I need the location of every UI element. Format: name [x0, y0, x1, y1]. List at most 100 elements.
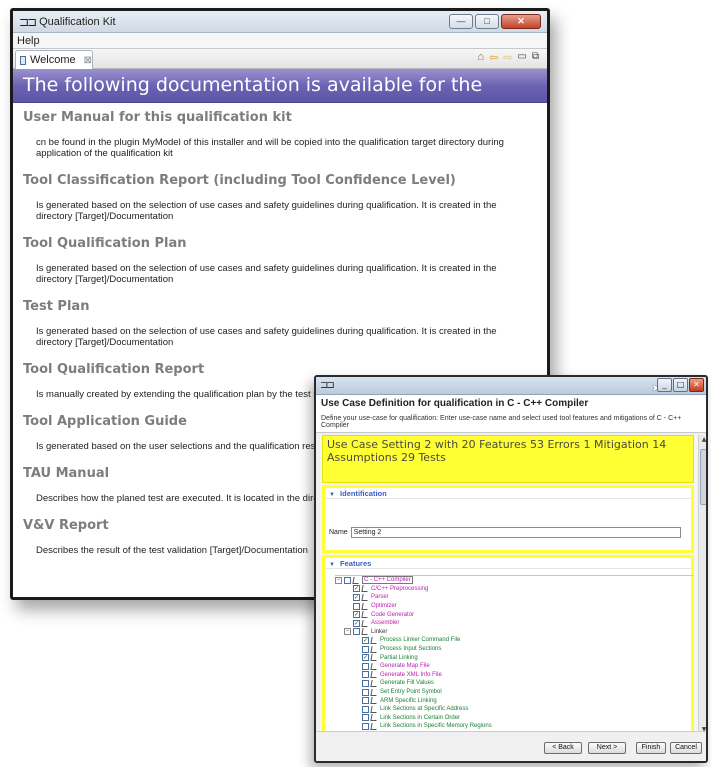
feature-icon: [361, 593, 369, 601]
feature-icon: [352, 576, 360, 584]
dialog-titlebar[interactable]: ⊐⊐ ➤ _ □ ✕: [316, 377, 706, 395]
vertical-scrollbar[interactable]: ▲ ▼: [698, 435, 706, 735]
feature-icon: [370, 636, 378, 644]
identification-header[interactable]: ▼ Identification: [325, 488, 691, 499]
feature-icon: [370, 688, 378, 696]
tree-row[interactable]: − C - C++ Compiler: [335, 576, 693, 585]
feature-checkbox[interactable]: [362, 688, 369, 696]
feature-icon: [370, 714, 378, 722]
tree-row[interactable]: ✓ Partial Linking: [335, 653, 693, 662]
tree-row[interactable]: ✓ Process Linker Command File: [335, 636, 693, 645]
dialog-scroll-area: Use Case Setting 2 with 20 Features 53 E…: [320, 435, 706, 738]
doc-heading[interactable]: User Manual for this qualification kit: [23, 107, 547, 128]
feature-label: Process Linker Command File: [380, 637, 461, 644]
scrollbar-thumb[interactable]: [700, 449, 706, 505]
feature-label: C - C++ Compiler: [362, 576, 413, 585]
dialog-close-button[interactable]: ✕: [689, 378, 704, 392]
close-button[interactable]: ✕: [501, 14, 541, 29]
feature-label: Linker: [371, 628, 388, 635]
tree-row[interactable]: Optimizer: [335, 602, 693, 611]
feature-checkbox[interactable]: ✓: [353, 619, 360, 627]
name-input[interactable]: Setting 2: [350, 527, 681, 538]
identification-section: ▼ Identification Name Setting 2: [322, 485, 694, 553]
menu-bar: Help: [13, 33, 547, 49]
tab-close-icon[interactable]: ⊠: [84, 55, 92, 66]
tree-row[interactable]: Set Entry Point Symbol: [335, 688, 693, 697]
maximize-button[interactable]: □: [475, 14, 499, 29]
feature-checkbox[interactable]: [344, 576, 351, 584]
tree-row[interactable]: Link Sections at Specific Address: [335, 705, 693, 714]
doc-description: Is generated based on the selection of u…: [36, 200, 497, 222]
dialog-minimize-button[interactable]: _: [657, 378, 672, 392]
feature-checkbox[interactable]: ✓: [353, 593, 360, 601]
feature-checkbox[interactable]: [362, 714, 369, 722]
tree-row[interactable]: Link Sections in Certain Order: [335, 714, 693, 723]
dialog-maximize-button[interactable]: □: [673, 378, 688, 392]
tree-row[interactable]: Link Sections in Specific Memory Regions: [335, 722, 693, 731]
collapse-arrow-icon[interactable]: ▼: [329, 562, 335, 568]
doc-heading[interactable]: Tool Qualification Plan: [23, 233, 547, 254]
name-label: Name: [329, 529, 348, 536]
tree-row[interactable]: − Linker: [335, 628, 693, 637]
feature-icon: [361, 619, 369, 627]
feature-checkbox[interactable]: [362, 705, 369, 713]
feature-icon: [370, 662, 378, 670]
feature-tree: − C - C++ Compiler ✓ C/C++ Preprocessing ✓ Pa…: [335, 575, 693, 738]
tree-row[interactable]: Generate Map File: [335, 662, 693, 671]
tree-row[interactable]: ARM Specific Linking: [335, 696, 693, 705]
cancel-button[interactable]: Cancel: [670, 742, 702, 754]
feature-checkbox[interactable]: ✓: [353, 585, 360, 593]
feature-label: C/C++ Preprocessing: [371, 585, 429, 592]
doc-heading[interactable]: Test Plan: [23, 296, 547, 317]
forward-arrow-icon[interactable]: ⇨: [503, 51, 512, 64]
minimize-button[interactable]: —: [449, 14, 473, 29]
feature-checkbox[interactable]: [362, 679, 369, 687]
dialog-title: Use Case Definition for qualification in…: [321, 398, 589, 409]
tab-welcome[interactable]: Welcome ⊠: [15, 50, 93, 69]
window-titlebar[interactable]: ⊐⊐ Qualification Kit — □ ✕: [13, 11, 547, 33]
finish-button[interactable]: Finish: [636, 742, 666, 754]
feature-checkbox[interactable]: [362, 671, 369, 679]
next-button[interactable]: Next >: [588, 742, 626, 754]
feature-label: Generate XML Info File: [380, 671, 442, 678]
feature-label: Optimizer: [371, 603, 397, 610]
tree-row[interactable]: Generate Fill Values: [335, 679, 693, 688]
tree-row[interactable]: Process Input Sections: [335, 645, 693, 654]
view-minimize-icon[interactable]: ▭: [517, 51, 526, 64]
feature-checkbox[interactable]: ✓: [353, 611, 360, 619]
feature-label: Link Sections at Specific Address: [380, 706, 469, 713]
tab-welcome-label: Welcome: [29, 54, 76, 66]
feature-label: Parser: [371, 594, 389, 601]
tree-row[interactable]: ✓ Code Generator: [335, 610, 693, 619]
view-maximize-icon[interactable]: ⧉: [532, 51, 539, 64]
use-case-dialog: ⊐⊐ ➤ _ □ ✕ Use Case Definition for quali…: [314, 375, 708, 763]
tree-row[interactable]: ✓ Assembler: [335, 619, 693, 628]
feature-label: Link Sections in Specific Memory Regions: [380, 723, 492, 730]
collapse-arrow-icon[interactable]: ▼: [329, 492, 335, 498]
tree-expander-icon[interactable]: −: [344, 628, 351, 636]
dialog-header: Use Case Definition for qualification in…: [316, 395, 706, 433]
home-icon[interactable]: ⌂: [477, 51, 484, 64]
back-arrow-icon[interactable]: ⇦: [489, 51, 498, 64]
feature-label: Generate Fill Values: [380, 680, 434, 687]
feature-checkbox[interactable]: ✓: [362, 654, 369, 662]
feature-checkbox[interactable]: [353, 628, 360, 636]
feature-checkbox[interactable]: [362, 662, 369, 670]
tree-expander-icon[interactable]: −: [335, 576, 342, 584]
menu-help[interactable]: Help: [17, 35, 40, 47]
back-button[interactable]: < Back: [544, 742, 582, 754]
features-label: Features: [340, 559, 372, 568]
feature-checkbox[interactable]: [353, 602, 360, 610]
doc-heading[interactable]: Tool Classification Report (including To…: [23, 170, 547, 191]
tree-row[interactable]: ✓ C/C++ Preprocessing: [335, 585, 693, 594]
tree-row[interactable]: Generate XML Info File: [335, 671, 693, 680]
feature-checkbox[interactable]: [362, 722, 369, 730]
feature-checkbox[interactable]: [362, 697, 369, 705]
doc-description: cn be found in the plugin MyModel of thi…: [36, 137, 504, 159]
welcome-page-icon: [20, 55, 26, 65]
tree-row[interactable]: ✓ Parser: [335, 593, 693, 602]
scroll-up-icon[interactable]: ▲: [699, 435, 706, 445]
feature-checkbox[interactable]: [362, 645, 369, 653]
feature-checkbox[interactable]: ✓: [362, 636, 369, 644]
features-header[interactable]: ▼ Features: [325, 558, 691, 569]
